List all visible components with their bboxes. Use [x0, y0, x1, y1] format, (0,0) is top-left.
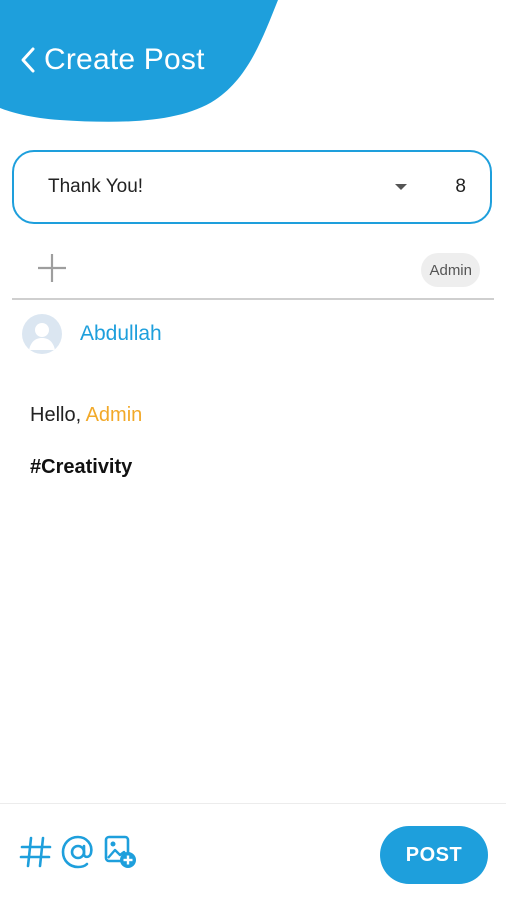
post-type-value: Thank You!	[48, 176, 144, 197]
author-name: Abdullah	[80, 322, 162, 345]
create-post-screen: Create Post Thank You! 8 Admin Abdullah …	[0, 0, 506, 900]
page-title: Create Post	[44, 43, 205, 76]
message-mention: Admin	[85, 404, 143, 426]
post-type-select[interactable]: Thank You! 8	[12, 150, 492, 224]
message-input[interactable]: Hello, Admin	[30, 404, 142, 427]
user-icon	[29, 323, 55, 350]
avatar	[22, 314, 62, 354]
recipients-field[interactable]: Admin	[12, 246, 494, 300]
post-button[interactable]: POST	[380, 826, 488, 884]
caret-down-icon	[395, 184, 408, 190]
author: Abdullah	[22, 314, 162, 354]
bottom-toolbar: POST	[0, 803, 506, 900]
add-image-icon[interactable]	[102, 834, 138, 870]
at-mention-icon[interactable]	[60, 834, 96, 870]
header: Create Post	[0, 30, 205, 90]
message-hashtag: #Creativity	[30, 456, 133, 478]
chevron-left-icon	[21, 47, 35, 73]
post-type-count: 8	[455, 176, 466, 197]
hashtag-icon[interactable]	[18, 834, 54, 870]
plus-icon[interactable]	[34, 250, 70, 286]
message-greeting: Hello,	[30, 404, 86, 426]
recipient-chip[interactable]: Admin	[421, 253, 480, 287]
